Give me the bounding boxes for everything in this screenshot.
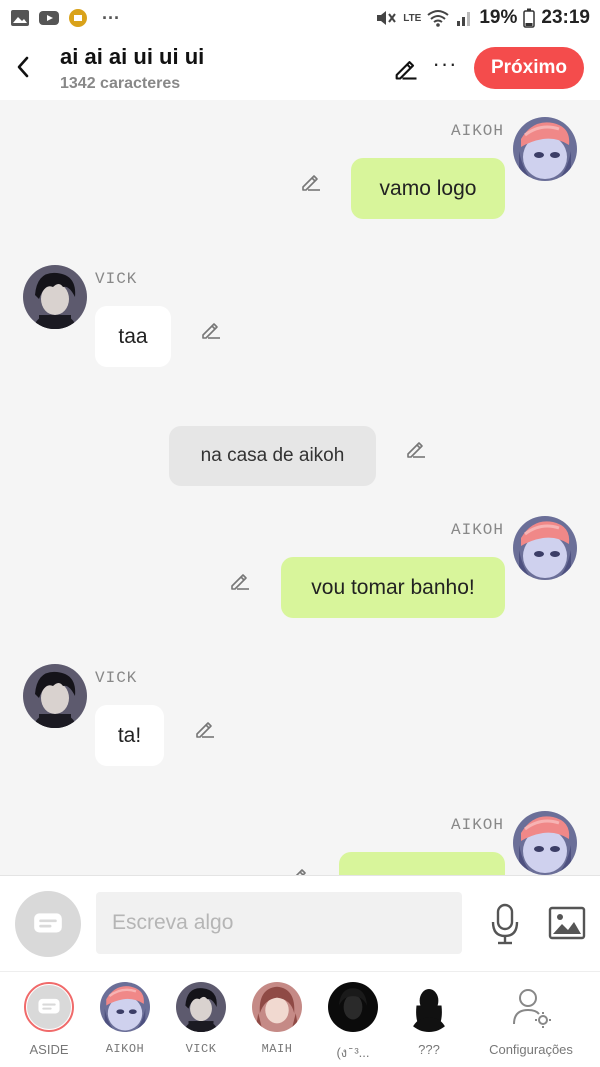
message-bubble[interactable]: ta! (95, 705, 164, 766)
message-input[interactable] (96, 892, 462, 954)
character-label: (ง ̄ ³... (336, 1045, 370, 1060)
character-aside[interactable]: ASIDE (11, 982, 87, 1057)
back-button[interactable] (10, 52, 36, 82)
edit-message-icon[interactable] (199, 317, 223, 341)
dark-avatar (328, 982, 378, 1032)
message-bubble[interactable]: vou tomar banho! (281, 557, 505, 618)
silhouette-avatar (404, 982, 454, 1032)
edit-message-icon[interactable] (228, 568, 252, 592)
character-label: VICK (185, 1042, 217, 1056)
character-unknown[interactable]: ??? (391, 982, 467, 1057)
edit-message-icon[interactable] (287, 863, 311, 875)
speaker-name: AIKOH (450, 122, 504, 140)
lte-indicator: LTE (403, 12, 422, 24)
message-bubble[interactable]: vamo logo (351, 158, 505, 219)
character-unnamed[interactable]: (ง ̄ ³... (315, 982, 391, 1063)
vick-avatar (176, 982, 226, 1032)
more-notifications: ··· (102, 7, 120, 28)
aikoh-avatar[interactable] (513, 516, 577, 580)
speaker-name: VICK (95, 669, 138, 687)
pencil-icon (395, 61, 417, 80)
clock: 23:19 (541, 7, 590, 28)
speaker-name: AIKOH (450, 521, 504, 539)
aikoh-avatar (100, 982, 150, 1032)
character-aikoh[interactable]: AIKOH (87, 982, 163, 1056)
next-button[interactable]: Próximo (474, 47, 584, 89)
signal-icon (457, 12, 471, 26)
aside-avatar (24, 982, 74, 1032)
more-options-button[interactable]: ··· (432, 53, 458, 82)
aikoh-avatar[interactable] (513, 117, 577, 181)
character-vick[interactable]: VICK (163, 982, 239, 1056)
settings-label: Configurações (489, 1042, 573, 1057)
settings-tab[interactable]: Configurações (488, 982, 574, 1057)
speaker-name: VICK (95, 270, 138, 288)
chat-bubble-icon (36, 994, 62, 1020)
character-label: AIKOH (105, 1042, 145, 1056)
user-settings-icon (513, 989, 551, 1028)
status-bar: ··· LTE 19% 23:19 (0, 0, 600, 36)
vick-avatar[interactable] (23, 265, 87, 329)
system-icons: LTE 19% 23:19 (375, 7, 590, 29)
vick-avatar[interactable] (23, 664, 87, 728)
message-bubble[interactable]: taa (95, 306, 171, 367)
edit-title-button[interactable] (392, 54, 420, 82)
notification-icons: ··· (10, 8, 120, 29)
character-selector: ASIDE AIKOH VICK MAIH (ง ̄ ³... ??? Conf… (0, 971, 600, 1067)
character-label: ??? (418, 1042, 440, 1057)
chevron-left-icon (17, 56, 29, 78)
composer-bar (0, 875, 600, 971)
character-count: 1342 caracteres (60, 75, 181, 92)
battery-icon (523, 8, 536, 28)
edit-message-icon[interactable] (299, 169, 323, 193)
aikoh-avatar[interactable] (513, 811, 577, 875)
chat-bubble-icon (31, 907, 65, 941)
speaker-name: AIKOH (450, 816, 504, 834)
edit-message-icon[interactable] (193, 716, 217, 740)
character-label: ASIDE (29, 1042, 69, 1057)
message-bubble[interactable] (339, 852, 505, 875)
battery-percent: 19% (479, 7, 518, 28)
wifi-icon (427, 10, 449, 27)
edit-message-icon[interactable] (404, 436, 428, 460)
mute-icon (377, 11, 397, 25)
character-label: MAIH (261, 1042, 293, 1056)
maih-avatar (252, 982, 302, 1032)
aside-toggle-button[interactable] (15, 891, 81, 957)
image-icon[interactable] (548, 906, 586, 940)
chat-area[interactable]: AIKOH vamo logo VICK taa na casa de aiko… (0, 100, 600, 875)
gallery-notification-icon (11, 10, 29, 26)
coin-notification-icon (69, 9, 87, 27)
microphone-icon[interactable] (488, 902, 522, 946)
app-header: ai ai ai ui ui ui 1342 caracteres ··· Pr… (0, 36, 600, 100)
page-title: ai ai ai ui ui ui (60, 44, 205, 69)
narration-bubble[interactable]: na casa de aikoh (169, 426, 376, 486)
youtube-notification-icon (39, 11, 59, 25)
character-maih[interactable]: MAIH (239, 982, 315, 1056)
